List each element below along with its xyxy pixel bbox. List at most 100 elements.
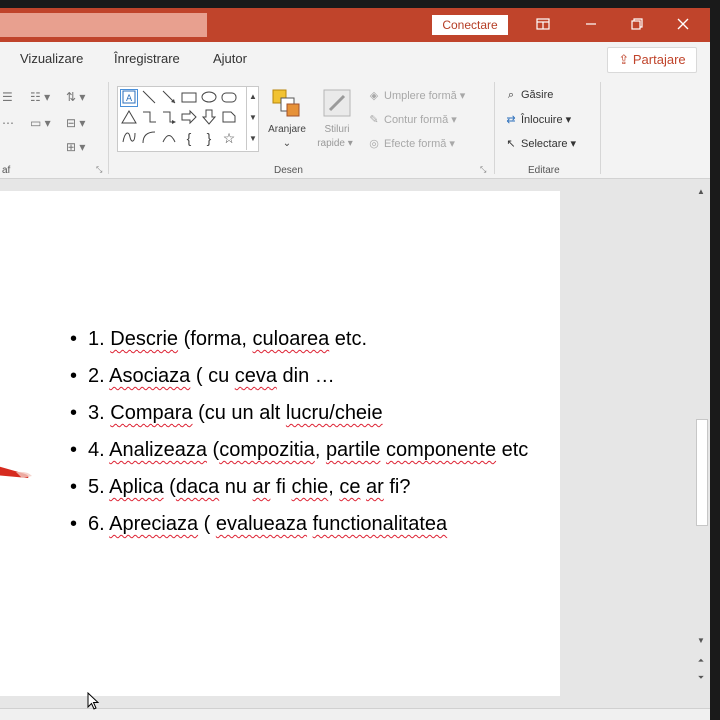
curve-shape-icon[interactable] <box>160 129 178 147</box>
bullet-text: 4. <box>88 439 110 461</box>
columns-icon[interactable]: ⋯ <box>2 116 14 130</box>
misspelled-word: ar <box>252 476 271 498</box>
bullet-text: 1. <box>88 328 111 350</box>
replace-button[interactable]: ⇄ Înlocuire ▾ <box>504 113 571 126</box>
tab-recording[interactable]: Înregistrare <box>114 51 180 66</box>
shape-fill-button[interactable]: ◈ Umplere formă ▾ <box>367 89 466 102</box>
dialog-launcher-icon[interactable]: ⤡ <box>480 165 486 175</box>
search-icon: ⌕ <box>507 89 515 101</box>
chevron-down-icon[interactable]: ▼ <box>247 107 259 128</box>
misspelled-word: chie <box>291 476 329 498</box>
align-icon[interactable]: ▭ ▾ <box>30 116 51 130</box>
tab-view[interactable]: Vizualizare <box>20 51 83 66</box>
search-box[interactable] <box>0 13 207 37</box>
ribbon-display-icon[interactable] <box>520 8 566 42</box>
pen-icon: ✎ <box>369 114 379 126</box>
quick-styles-icon[interactable] <box>322 88 352 123</box>
line-shape-icon[interactable] <box>160 89 178 107</box>
rectangle-shape-icon[interactable] <box>180 89 198 107</box>
misspelled-word: ce <box>339 476 361 498</box>
bullet-item[interactable]: 5. Aplica (daca nu ar fi chie, ce ar fi? <box>70 474 540 501</box>
chevron-down-icon[interactable]: ⌄ <box>262 138 312 149</box>
quick-styles-label-line2[interactable]: rapide ▾ <box>310 138 360 149</box>
misspelled-word: Aplica <box>109 476 164 498</box>
arrange-icon[interactable] <box>271 88 301 123</box>
bullet-text: fi? <box>383 476 411 498</box>
triangle-shape-icon[interactable] <box>120 109 138 127</box>
previous-slide-icon[interactable]: ⏶ <box>695 654 707 668</box>
bullet-item[interactable]: 2. Asociaza ( cu ceva din … <box>70 363 540 390</box>
shapes-gallery[interactable]: A { } ☆ <box>117 86 259 152</box>
select-button[interactable]: ↖ Selectare ▾ <box>504 137 576 150</box>
chevron-up-icon[interactable]: ▲ <box>247 86 259 107</box>
line-spacing-icon[interactable]: ☷ ▾ <box>30 90 50 104</box>
vertical-scrollbar[interactable]: ▲ ▼ ⏶ ⏷ <box>692 179 710 708</box>
shape-outline-button[interactable]: ✎ Contur formă ▾ <box>367 113 456 126</box>
align-text-icon[interactable]: ⊟ ▾ <box>66 116 85 130</box>
bullet-text: etc <box>496 439 529 461</box>
bullet-text: din … <box>277 365 335 387</box>
find-button[interactable]: ⌕ Găsire <box>504 89 554 102</box>
misspelled-word: componente <box>385 439 497 461</box>
bullet-text: nu <box>219 476 253 498</box>
bullet-text: 5. <box>88 476 110 498</box>
ribbon: ☰ ☷ ▾ ⇅ ▾ ⋯ ▭ ▾ ⊟ ▾ ⊞ ▾ af ⤡ A {} ☆ ▲ ▼… <box>0 76 710 179</box>
restore-icon[interactable] <box>614 8 660 42</box>
bullet-text: 3. <box>88 402 111 424</box>
down-arrow-shape-icon[interactable] <box>200 109 218 127</box>
misspelled-word: ceva <box>234 365 277 387</box>
replace-icon: ⇄ <box>506 114 516 126</box>
flowchart-shape-icon[interactable] <box>220 109 238 127</box>
sign-in-button[interactable]: Conectare <box>432 15 508 35</box>
star-shape-icon[interactable]: ☆ <box>220 129 238 147</box>
textbox-shape-icon[interactable]: A <box>120 89 138 107</box>
freeform-shape-icon[interactable] <box>120 129 138 147</box>
bullet-item[interactable]: 6. Apreciaza ( evalueaza functionalitate… <box>70 511 540 538</box>
right-brace-icon[interactable]: } <box>200 129 218 147</box>
share-button[interactable]: ⇪ Partajare <box>607 47 697 73</box>
slide-canvas[interactable]: 1. Descrie (forma, culoarea etc. 2. Asoci… <box>0 191 560 696</box>
red-shape-fragment[interactable] <box>0 463 36 479</box>
scroll-down-icon[interactable]: ▼ <box>695 634 707 648</box>
bullet-list[interactable]: 1. Descrie (forma, culoarea etc. 2. Asoci… <box>70 326 540 548</box>
share-icon: ⇪ <box>618 52 630 67</box>
quick-styles-label[interactable]: Stiluri <box>312 124 362 135</box>
text-direction-icon[interactable]: ⇅ ▾ <box>66 90 85 104</box>
arc-shape-icon[interactable] <box>140 129 158 147</box>
close-icon[interactable] <box>660 8 706 42</box>
scrollbar-thumb[interactable] <box>696 419 708 526</box>
bullet-text: , <box>328 476 340 498</box>
misspelled-word: evalueaza <box>215 513 308 535</box>
minimize-icon[interactable] <box>568 8 614 42</box>
oval-shape-icon[interactable] <box>200 89 218 107</box>
elbow-connector-icon[interactable] <box>140 109 158 127</box>
scroll-up-icon[interactable]: ▲ <box>695 185 707 199</box>
arrange-label[interactable]: Aranjare <box>262 124 312 135</box>
next-slide-icon[interactable]: ⏷ <box>695 671 707 685</box>
bullet-text: , <box>314 439 326 461</box>
paragraph-group-label: af <box>2 165 11 176</box>
effects-icon: ◎ <box>369 138 379 150</box>
elbow-arrow-icon[interactable] <box>160 109 178 127</box>
rounded-rectangle-shape-icon[interactable] <box>220 89 238 107</box>
misspelled-word: lucru/cheie <box>285 402 383 424</box>
decrease-indent-icon[interactable]: ☰ <box>2 90 13 104</box>
drawing-group-label: Desen <box>274 165 303 176</box>
ribbon-tabs: Vizualizare Înregistrare Ajutor ⇪ Partaj… <box>0 42 710 76</box>
misspelled-word: functionalitatea <box>312 513 448 535</box>
cursor-icon: ↖ <box>506 138 516 150</box>
misspelled-word: ar <box>366 476 384 498</box>
right-arrow-shape-icon[interactable] <box>180 109 198 127</box>
left-brace-icon[interactable]: { <box>180 129 198 147</box>
dialog-launcher-icon[interactable]: ⤡ <box>96 165 102 175</box>
separator <box>108 82 109 174</box>
more-shapes-icon[interactable]: ▼ <box>247 128 259 149</box>
bullet-item[interactable]: 4. Analizeaza (compozitia, partile compo… <box>70 437 540 464</box>
bullet-item[interactable]: 3. Compara (cu un alt lucru/cheie <box>70 400 540 427</box>
line-shape-icon[interactable] <box>140 89 158 107</box>
shape-effects-button[interactable]: ◎ Efecte formă ▾ <box>367 137 455 150</box>
smartart-icon[interactable]: ⊞ ▾ <box>66 140 85 154</box>
bullet-item[interactable]: 1. Descrie (forma, culoarea etc. <box>70 326 540 353</box>
slide-editing-area: 1. Descrie (forma, culoarea etc. 2. Asoci… <box>0 179 692 708</box>
tab-help[interactable]: Ajutor <box>213 51 247 66</box>
